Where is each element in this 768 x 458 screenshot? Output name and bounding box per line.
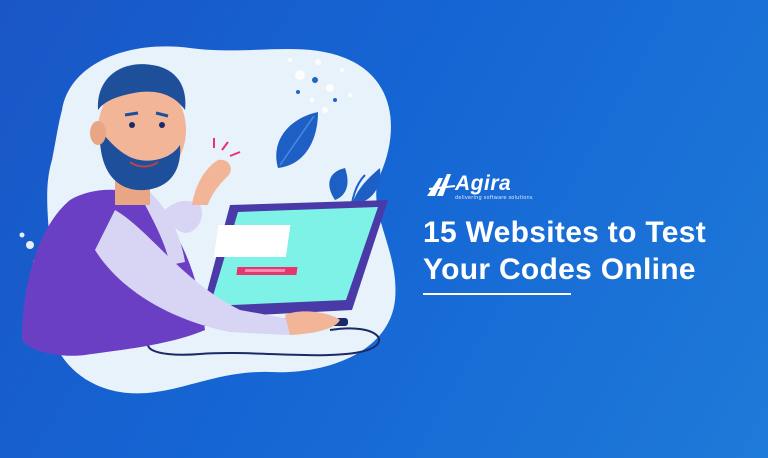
brand-tagline: delivering software solutions [455,195,533,201]
screen-card [213,225,291,257]
agira-logo-icon [427,174,456,196]
headline: 15 Websites to Test Your Codes Online [423,214,763,288]
headline-line-2: Your Codes Online [423,253,696,286]
developer-illustration [19,46,396,394]
headline-underline [423,293,571,295]
banner: Agira delivering software solutions 15 W… [0,0,768,458]
headline-line-1: 15 Websites to Test [423,216,707,249]
brand-logo[interactable]: Agira delivering software solutions [425,172,565,208]
brand-name: Agira [455,172,512,195]
